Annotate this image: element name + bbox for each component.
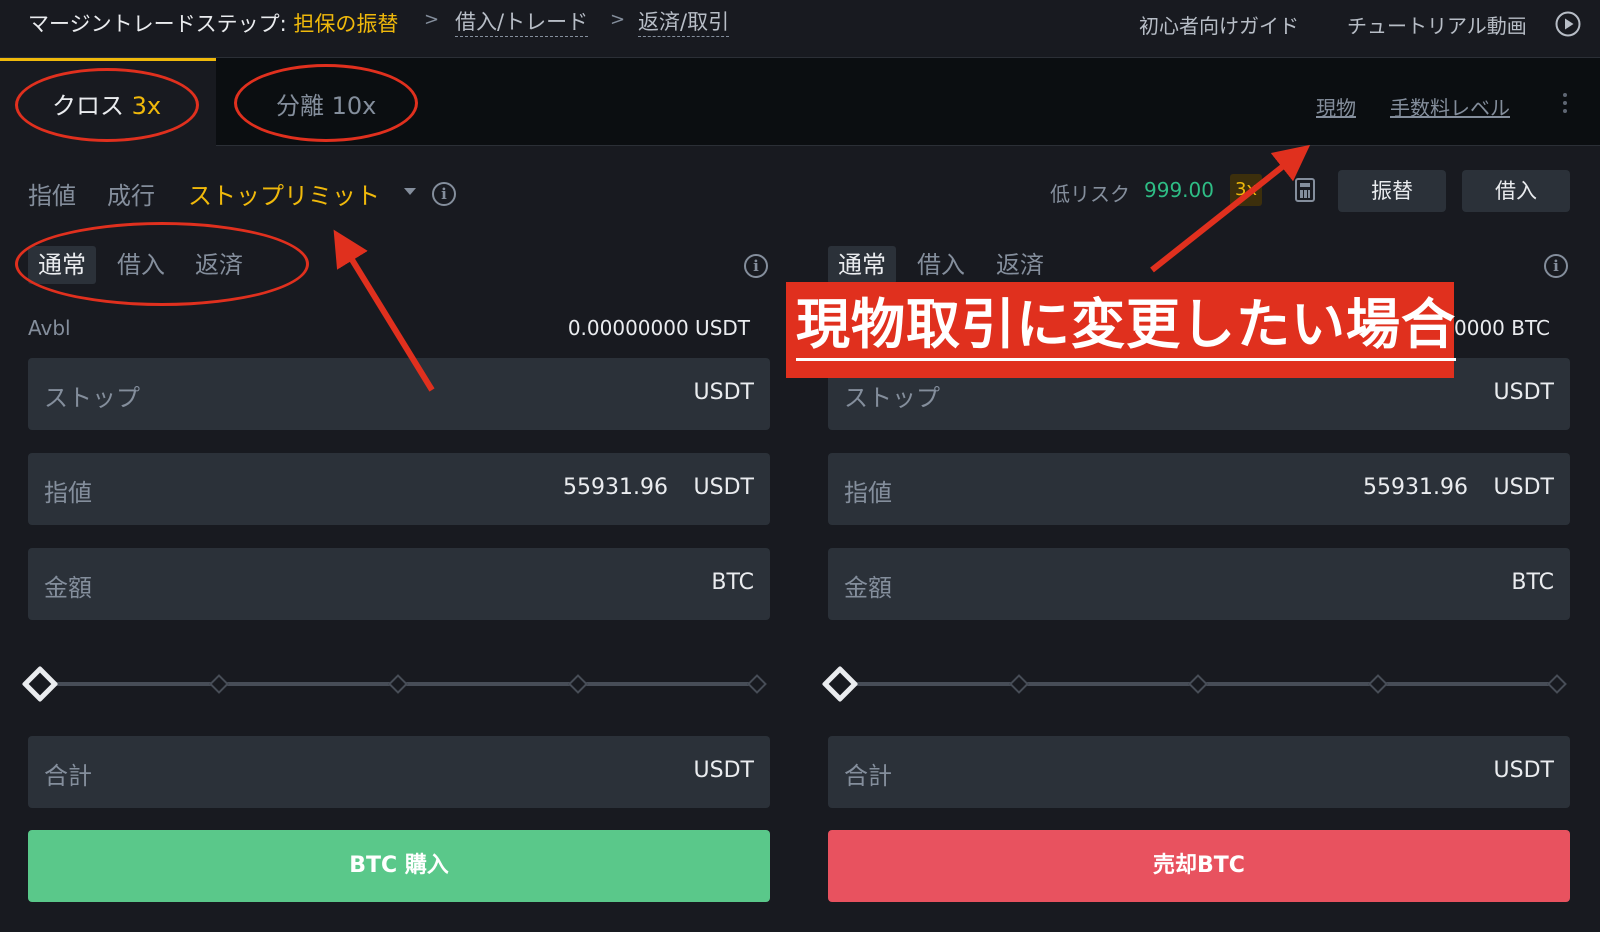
chevron-down-icon[interactable] xyxy=(404,188,416,195)
sell-slider-mark-100[interactable] xyxy=(1547,674,1567,694)
order-type-stop-limit[interactable]: ストップリミット xyxy=(188,176,380,211)
sell-amount-input[interactable]: 金額 BTC xyxy=(828,548,1570,620)
annotation-ellipse-subtabs xyxy=(15,222,309,306)
buy-amount-unit: BTC xyxy=(711,570,754,595)
buy-slider-mark-25[interactable] xyxy=(209,674,229,694)
chevron-right-icon: > xyxy=(424,9,440,30)
sell-subtab-repay[interactable]: 返済 xyxy=(996,246,1044,284)
buy-avbl-label: Avbl xyxy=(28,316,71,340)
buy-total-label: 合計 xyxy=(44,762,92,790)
sell-limit-value: 55931.96 xyxy=(1363,475,1468,500)
buy-stop-input[interactable]: ストップ USDT xyxy=(28,358,770,430)
buy-limit-value: 55931.96 xyxy=(563,475,668,500)
sell-amount-label: 金額 xyxy=(844,574,892,602)
sell-slider-mark-25[interactable] xyxy=(1009,674,1029,694)
annotation-text: 現物取引に変更したい場合 xyxy=(796,292,1456,361)
annotation-ellipse-cross xyxy=(15,68,199,142)
step-current-transfer[interactable]: 担保の振替 xyxy=(293,12,398,36)
sell-stop-label: ストップ xyxy=(844,384,940,412)
beginner-guide-link[interactable]: 初心者向けガイド xyxy=(1139,10,1299,39)
info-icon[interactable]: i xyxy=(1544,254,1568,278)
buy-slider-handle[interactable] xyxy=(21,665,59,703)
step-repay-trade[interactable]: 返済/取引 xyxy=(638,8,730,37)
margin-steps-title: マージントレードステップ: 担保の振替 xyxy=(28,8,398,38)
annotation-callout: 現物取引に変更したい場合 xyxy=(786,282,1456,378)
buy-total-input[interactable]: 合計 USDT xyxy=(28,736,770,808)
buy-stop-unit: USDT xyxy=(693,380,754,405)
fee-level-link[interactable]: 手数料レベル xyxy=(1390,92,1510,121)
sell-total-unit: USDT xyxy=(1493,758,1554,783)
info-icon[interactable]: i xyxy=(432,182,456,206)
buy-amount-label: 金額 xyxy=(44,574,92,602)
annotation-arrow-spot xyxy=(1150,144,1311,273)
buy-avbl-value: 0.00000000 USDT xyxy=(567,316,750,340)
sell-limit-unit: USDT xyxy=(1493,475,1554,500)
spot-link[interactable]: 現物 xyxy=(1316,92,1356,121)
buy-slider-mark-100[interactable] xyxy=(747,674,767,694)
steps-prefix: マージントレードステップ: xyxy=(28,12,294,36)
annotation-ellipse-isolated xyxy=(234,64,418,142)
sell-stop-unit: USDT xyxy=(1493,380,1554,405)
sell-amount-unit: BTC xyxy=(1511,570,1554,595)
buy-limit-input[interactable]: 指値 55931.96 USDT xyxy=(28,453,770,525)
buy-amount-input[interactable]: 金額 BTC xyxy=(28,548,770,620)
buy-total-unit: USDT xyxy=(693,758,754,783)
buy-limit-label: 指値 xyxy=(44,479,92,507)
borrow-button[interactable]: 借入 xyxy=(1462,170,1570,212)
sell-btc-button[interactable]: 売却BTC xyxy=(828,830,1570,902)
sell-avbl-value: 0000 BTC xyxy=(1454,316,1550,340)
buy-stop-label: ストップ xyxy=(44,384,140,412)
risk-label: 低リスク xyxy=(1050,182,1130,206)
calculator-icon[interactable] xyxy=(1295,178,1315,202)
buy-slider-mark-75[interactable] xyxy=(568,674,588,694)
info-icon[interactable]: i xyxy=(744,254,768,278)
sell-slider-handle[interactable] xyxy=(821,665,859,703)
transfer-button[interactable]: 振替 xyxy=(1338,170,1446,212)
buy-btc-button[interactable]: BTC 購入 xyxy=(28,830,770,902)
chevron-right-icon: > xyxy=(610,9,626,30)
buy-slider-mark-50[interactable] xyxy=(388,674,408,694)
buy-limit-unit: USDT xyxy=(693,475,754,500)
sell-slider-mark-50[interactable] xyxy=(1188,674,1208,694)
risk-value: 999.00 xyxy=(1144,178,1214,202)
sell-slider-mark-75[interactable] xyxy=(1368,674,1388,694)
sell-limit-input[interactable]: 指値 55931.96 USDT xyxy=(828,453,1570,525)
sell-limit-label: 指値 xyxy=(844,479,892,507)
tutorial-video-link[interactable]: チュートリアル動画 xyxy=(1347,10,1527,39)
sell-total-label: 合計 xyxy=(844,762,892,790)
order-type-limit[interactable]: 指値 xyxy=(28,176,76,211)
sell-subtab-normal[interactable]: 通常 xyxy=(828,246,896,284)
order-type-market[interactable]: 成行 xyxy=(107,176,155,211)
play-icon[interactable] xyxy=(1555,11,1581,37)
leverage-badge[interactable]: 3x xyxy=(1230,174,1262,206)
sell-total-input[interactable]: 合計 USDT xyxy=(828,736,1570,808)
more-menu-icon[interactable] xyxy=(1562,90,1568,116)
sell-subtab-borrow[interactable]: 借入 xyxy=(917,246,965,284)
step-borrow-trade[interactable]: 借入/トレード xyxy=(455,8,589,37)
